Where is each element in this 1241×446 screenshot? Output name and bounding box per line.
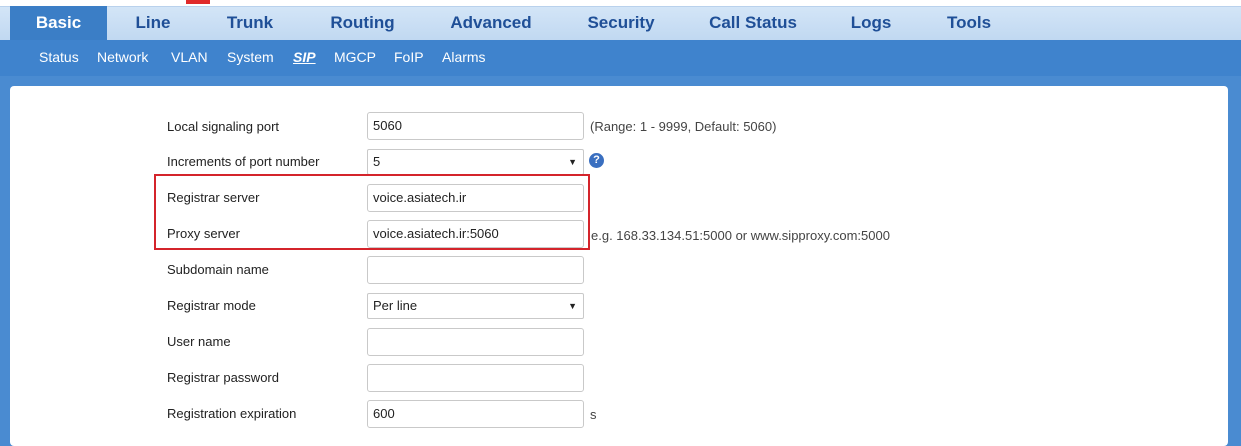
subtab-mgcp[interactable]: MGCP xyxy=(334,40,376,74)
main-navigation: Basic Line Trunk Routing Advanced Securi… xyxy=(0,0,1241,41)
subdomain-input[interactable] xyxy=(367,256,584,284)
local-port-input[interactable]: 5060 xyxy=(367,112,584,140)
local-port-hint: (Range: 1 - 9999, Default: 5060) xyxy=(590,119,777,134)
registrar-mode-label: Registrar mode xyxy=(167,298,256,313)
brand-accent-mark xyxy=(186,0,210,4)
subtab-alarms[interactable]: Alarms xyxy=(442,40,486,74)
tab-call-status[interactable]: Call Status xyxy=(694,6,812,40)
user-name-label: User name xyxy=(167,334,231,349)
tab-line[interactable]: Line xyxy=(108,6,198,40)
tab-trunk[interactable]: Trunk xyxy=(200,6,300,40)
registration-expiration-label: Registration expiration xyxy=(167,406,297,421)
dropdown-arrow-icon: ▼ xyxy=(568,157,577,167)
tab-security[interactable]: Security xyxy=(568,6,674,40)
port-increment-label: Increments of port number xyxy=(167,154,320,169)
registrar-mode-value: Per line xyxy=(373,298,418,313)
port-increment-select[interactable]: 5 ▼ xyxy=(367,149,584,175)
tab-logs[interactable]: Logs xyxy=(836,6,906,40)
port-increment-value: 5 xyxy=(373,154,381,169)
tab-advanced[interactable]: Advanced xyxy=(432,6,550,40)
dropdown-arrow-icon: ▼ xyxy=(568,301,577,311)
tab-routing[interactable]: Routing xyxy=(310,6,415,40)
highlight-box xyxy=(154,174,590,250)
registration-expiration-unit: s xyxy=(590,407,597,422)
registrar-password-input[interactable] xyxy=(367,364,584,392)
subtab-sip[interactable]: SIP xyxy=(293,40,316,74)
tab-basic[interactable]: Basic xyxy=(10,6,107,40)
sub-navigation: Status Network VLAN System SIP MGCP FoIP… xyxy=(0,40,1241,76)
help-icon[interactable]: ? xyxy=(589,153,604,168)
local-port-label: Local signaling port xyxy=(167,119,280,134)
tab-tools[interactable]: Tools xyxy=(934,6,1004,40)
proxy-server-hint: e.g. 168.33.134.51:5000 or www.sipproxy.… xyxy=(591,228,890,243)
registration-expiration-input[interactable]: 600 xyxy=(367,400,584,428)
registrar-mode-select[interactable]: Per line ▼ xyxy=(367,293,584,319)
subtab-network[interactable]: Network xyxy=(97,40,148,74)
subtab-foip[interactable]: FoIP xyxy=(394,40,424,74)
subtab-vlan[interactable]: VLAN xyxy=(171,40,208,74)
user-name-input[interactable] xyxy=(367,328,584,356)
subtab-system[interactable]: System xyxy=(227,40,274,74)
subdomain-label: Subdomain name xyxy=(167,262,269,277)
subtab-status[interactable]: Status xyxy=(39,40,79,74)
registrar-password-label: Registrar password xyxy=(167,370,279,385)
